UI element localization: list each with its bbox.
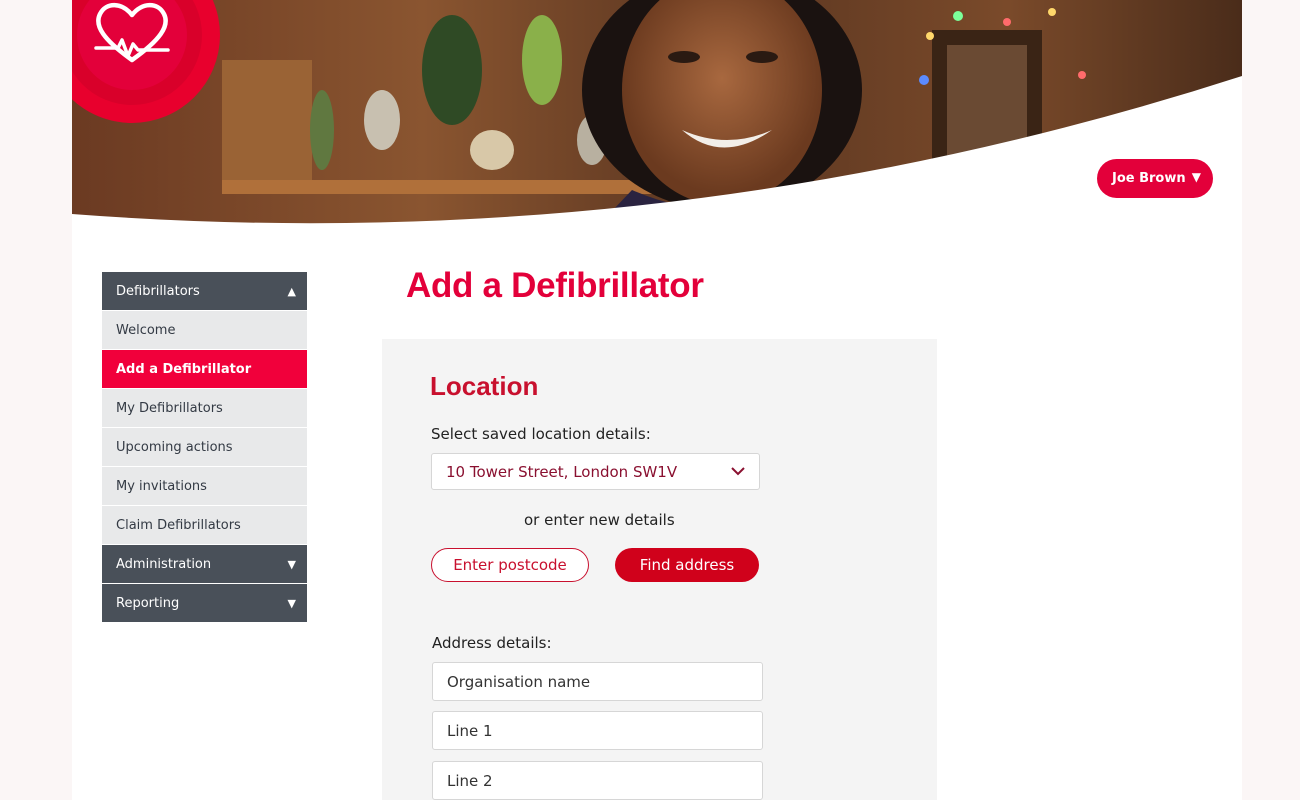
- caret-down-icon: ▼: [287, 596, 296, 610]
- saved-location-value: 10 Tower Street, London SW1V: [446, 462, 678, 481]
- location-form-panel: Location Select saved location details: …: [382, 339, 937, 800]
- find-address-button[interactable]: Find address: [615, 548, 759, 582]
- section-title: Location: [430, 371, 539, 401]
- user-menu-button[interactable]: Joe Brown ▼: [1097, 159, 1213, 198]
- sidebar-item-administration[interactable]: Administration ▼: [102, 545, 307, 584]
- sidebar-item-reporting[interactable]: Reporting ▼: [102, 584, 307, 623]
- sidebar-item-defibrillators[interactable]: Defibrillators ▲: [102, 272, 307, 311]
- sidebar-item-my-invitations[interactable]: My invitations: [102, 467, 307, 506]
- sidebar-item-label: Welcome: [116, 322, 176, 338]
- sidebar-item-label: Reporting: [116, 595, 180, 611]
- sidebar-item-label: Defibrillators: [116, 283, 200, 299]
- sidebar-item-my-defibrillators[interactable]: My Defibrillators: [102, 389, 307, 428]
- heart-logo-icon: [72, 0, 220, 123]
- user-name: Joe Brown: [1112, 171, 1186, 186]
- enter-postcode-button[interactable]: Enter postcode: [431, 548, 589, 582]
- sidebar-item-label: Administration: [116, 556, 212, 572]
- caret-down-icon: ▼: [287, 557, 296, 571]
- sidebar-item-upcoming-actions[interactable]: Upcoming actions: [102, 428, 307, 467]
- hero-curve: [72, 76, 1242, 232]
- sidebar-item-label: Upcoming actions: [116, 439, 233, 455]
- address-line2-input[interactable]: [432, 761, 763, 800]
- address-line1-input[interactable]: [432, 711, 763, 750]
- sidebar-item-label: My invitations: [116, 478, 207, 494]
- saved-location-label: Select saved location details:: [431, 425, 651, 443]
- address-details-label: Address details:: [432, 634, 552, 652]
- saved-location-select[interactable]: 10 Tower Street, London SW1V: [431, 453, 760, 490]
- caret-down-icon: ▼: [1191, 170, 1201, 184]
- organisation-name-input[interactable]: [432, 662, 763, 701]
- page: Joe Brown ▼ Defibrillators ▲ Welcome Add…: [72, 0, 1242, 800]
- sidebar-item-label: Claim Defibrillators: [116, 517, 241, 533]
- hero-banner: Joe Brown ▼: [72, 0, 1242, 232]
- sidebar-item-claim-defibrillators[interactable]: Claim Defibrillators: [102, 506, 307, 545]
- sidebar-nav: Defibrillators ▲ Welcome Add a Defibrill…: [102, 272, 307, 623]
- or-enter-new-text: or enter new details: [524, 511, 675, 529]
- sidebar-item-label: My Defibrillators: [116, 400, 223, 416]
- page-title: Add a Defibrillator: [406, 266, 704, 305]
- sidebar-item-add-defibrillator[interactable]: Add a Defibrillator: [102, 350, 307, 389]
- chevron-down-icon: [731, 467, 745, 476]
- caret-up-icon: ▲: [287, 284, 296, 298]
- sidebar-item-label: Add a Defibrillator: [116, 361, 252, 377]
- sidebar-item-welcome[interactable]: Welcome: [102, 311, 307, 350]
